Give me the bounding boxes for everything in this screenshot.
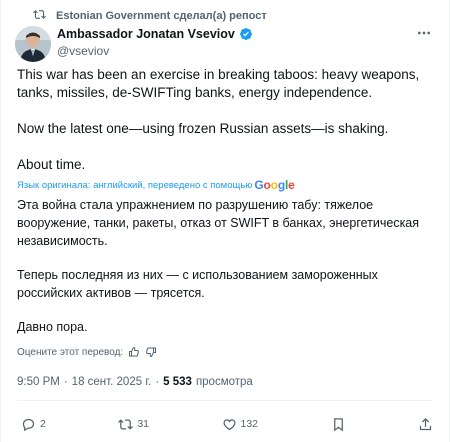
heart-icon xyxy=(222,417,237,432)
tweet-date[interactable]: 18 сент. 2025 г. xyxy=(72,376,152,388)
tweet-paragraph: This war has been an exercise in breakin… xyxy=(17,67,420,100)
bookmark-icon xyxy=(331,417,346,432)
translated-paragraph: Эта война стала упражнением по разрушени… xyxy=(17,198,420,248)
repost-indicator[interactable]: Estonian Government сделал(а) репост xyxy=(33,8,267,24)
rate-translation-label: Оцените этот перевод: xyxy=(17,346,124,358)
author-name[interactable]: Ambassador Jonatan Vseviov xyxy=(57,27,235,41)
tweet-paragraph: About time. xyxy=(17,157,86,172)
views-label: просмотра xyxy=(195,376,253,388)
more-icon xyxy=(416,25,432,46)
divider xyxy=(17,400,433,401)
translation-note[interactable]: Язык оригинала: английский, переведено с… xyxy=(17,178,295,192)
repost-icon xyxy=(33,8,46,24)
views-count: 5 533 xyxy=(163,376,192,388)
action-bar: 2 31 132 xyxy=(21,414,433,434)
separator: · xyxy=(63,376,68,388)
thumbs-up-icon[interactable] xyxy=(128,346,140,358)
tweet-paragraph: Now the latest one—using frozen Russian … xyxy=(17,121,389,136)
repost-button[interactable]: 31 xyxy=(118,417,149,432)
tweet-card[interactable]: Estonian Government сделал(а) репост Amb… xyxy=(0,0,450,442)
translated-text: Эта война стала упражнением по разрушени… xyxy=(17,196,437,352)
tweet-meta: 9:50 PM · 18 сент. 2025 г. · 5 533 просм… xyxy=(17,376,253,388)
more-options-button[interactable] xyxy=(415,26,433,44)
repost-count: 31 xyxy=(137,418,150,430)
separator: · xyxy=(155,376,160,388)
reply-icon xyxy=(21,417,36,432)
reply-button[interactable]: 2 xyxy=(21,417,46,432)
like-button[interactable]: 132 xyxy=(222,417,259,432)
verified-badge-icon[interactable] xyxy=(239,27,253,41)
tweet-text: This war has been an exercise in breakin… xyxy=(17,66,437,174)
author-info: Ambassador Jonatan Vseviov @vseviov xyxy=(57,27,253,58)
translation-note-text: Язык оригинала: английский, переведено с… xyxy=(17,179,253,191)
tweet-time[interactable]: 9:50 PM xyxy=(17,376,60,388)
reply-count: 2 xyxy=(40,418,46,430)
translated-paragraph: Давно пора. xyxy=(17,320,88,334)
google-logo: Google xyxy=(254,178,295,192)
bookmark-button[interactable] xyxy=(331,417,346,432)
repost-label: Estonian Government сделал(а) репост xyxy=(56,10,267,22)
rate-translation: Оцените этот перевод: xyxy=(17,346,157,358)
avatar[interactable] xyxy=(15,26,51,62)
author-handle[interactable]: @vseviov xyxy=(57,44,253,58)
thumbs-down-icon[interactable] xyxy=(145,346,157,358)
like-count: 132 xyxy=(240,418,259,430)
translated-paragraph: Теперь последняя из них — с использовани… xyxy=(17,268,378,300)
share-icon xyxy=(418,417,433,432)
repost-icon xyxy=(118,417,134,432)
share-button[interactable] xyxy=(418,417,433,432)
